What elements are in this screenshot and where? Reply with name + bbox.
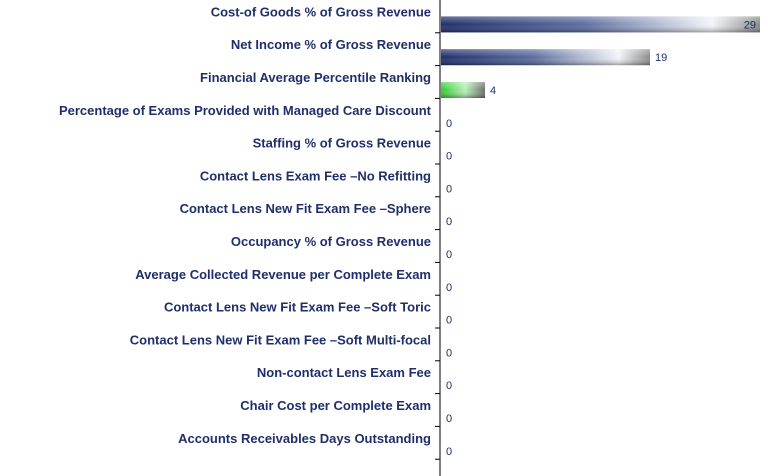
category-label: Occupancy % of Gross Revenue: [231, 234, 431, 249]
category-label: Non-contact Lens Exam Fee: [257, 365, 431, 380]
category-label: Contact Lens Exam Fee –No Refitting: [200, 168, 431, 183]
bar-chart: Cost-of Goods % of Gross Revenue Net Inco…: [59, 0, 760, 476]
category-label: Staffing % of Gross Revenue: [253, 136, 431, 151]
category-label: Contact Lens New Fit Exam Fee –Soft Mult…: [130, 332, 431, 347]
category-label: Contact Lens New Fit Exam Fee –Soft Tori…: [164, 300, 431, 315]
value-label: 0: [446, 380, 452, 392]
value-label: 19: [655, 52, 667, 64]
bar-shading: [441, 49, 650, 66]
value-label: 0: [446, 151, 452, 163]
value-label: 0: [446, 282, 452, 294]
value-label: 0: [446, 446, 452, 458]
value-label: 4: [490, 85, 496, 97]
category-label: Chair Cost per Complete Exam: [240, 398, 431, 413]
value-label: 0: [446, 118, 452, 130]
category-label: Net Income % of Gross Revenue: [231, 37, 431, 52]
value-label: 0: [446, 249, 452, 261]
value-label: 0: [446, 347, 452, 359]
category-label: Accounts Receivables Days Outstanding: [178, 431, 431, 446]
bar-shading: [441, 82, 485, 98]
value-label: 0: [446, 413, 452, 425]
chart-area: Cost-of Goods % of Gross Revenue Net Inco…: [0, 0, 780, 476]
category-label: Average Collected Revenue per Complete E…: [135, 267, 431, 282]
category-label: Cost-of Goods % of Gross Revenue: [211, 4, 431, 19]
category-label: Contact Lens New Fit Exam Fee –Sphere: [180, 201, 431, 216]
bar-shading: [441, 16, 760, 33]
category-label: Percentage of Exams Provided with Manage…: [59, 103, 432, 118]
value-label: 29: [744, 19, 756, 31]
value-label: 0: [446, 183, 452, 195]
category-label: Financial Average Percentile Ranking: [200, 70, 431, 85]
value-label: 0: [446, 315, 452, 327]
value-label: 0: [446, 216, 452, 228]
